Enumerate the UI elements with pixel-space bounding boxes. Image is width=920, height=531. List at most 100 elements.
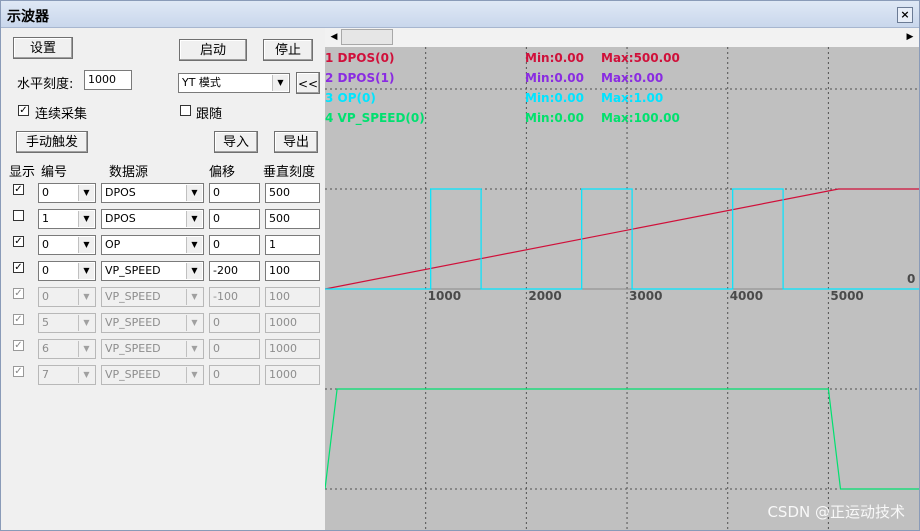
chevron-down-icon: ▼ [186,341,202,357]
channel-show-checkbox[interactable]: ✓ [13,314,24,325]
channel-source-select[interactable]: VP_SPEED ▼ [101,261,204,281]
col-source: 数据源 [109,165,149,180]
continuous-checkbox[interactable]: ✓ [18,105,29,116]
oscilloscope-window: 示波器 × 设置 启动 停止 水平刻度: 1000 YT 模式 ▼ << ✓ 连… [0,0,920,531]
channel-show-checkbox[interactable]: ✓ [13,340,24,351]
x-tick-label: 1000 [427,289,462,303]
horizontal-scrollbar[interactable]: ◀ ▶ [325,28,919,48]
chevron-down-icon: ▼ [78,315,94,331]
scroll-thumb[interactable] [341,29,393,45]
export-button[interactable]: 导出 [274,131,318,153]
chevron-down-icon: ▼ [186,289,202,305]
series-line-4-vp-speed-0- [325,388,919,490]
channel-num-value: 7 [42,368,49,381]
chevron-down-icon: ▼ [78,237,94,253]
scope-display: 1 DPOS(0) Min:0.00 Max:500.00 2 DPOS(1) Min:… [325,47,919,530]
channel-num-select[interactable]: 0 ▼ [38,287,96,307]
channel-num-select[interactable]: 0 ▼ [38,261,96,281]
mode-select-value: YT 模式 [182,76,221,89]
collapse-button[interactable]: << [296,72,320,94]
channel-scale-input[interactable]: 1 [265,235,320,255]
series-line-3-op-0- [325,188,919,290]
channel-source-value: DPOS [105,212,136,225]
chevron-down-icon: ▼ [186,185,202,201]
channel-scale-input[interactable]: 500 [265,183,320,203]
watermark: CSDN @正运动技术 [767,503,905,521]
chevron-down-icon: ▼ [186,367,202,383]
legend-min: Min:0.00 [525,111,585,125]
chevron-down-icon: ▼ [78,185,94,201]
channel-offset-input[interactable]: 0 [209,339,260,359]
legend-name: 2 DPOS(1) [325,71,395,85]
settings-button[interactable]: 设置 [13,37,73,59]
channel-source-select[interactable]: VP_SPEED ▼ [101,365,204,385]
chevron-down-icon: ▼ [186,211,202,227]
channel-source-select[interactable]: VP_SPEED ▼ [101,287,204,307]
channel-scale-input[interactable]: 100 [265,287,320,307]
channel-offset-input[interactable]: 0 [209,209,260,229]
channel-source-select[interactable]: DPOS ▼ [101,183,204,203]
close-button[interactable]: × [897,7,913,23]
channel-offset-input[interactable]: -100 [209,287,260,307]
channel-num-select[interactable]: 0 ▼ [38,235,96,255]
channel-scale-input[interactable]: 1000 [265,313,320,333]
channel-show-checkbox[interactable]: ✓ [13,184,24,195]
channel-source-value: VP_SPEED [105,264,161,277]
channel-offset-input[interactable]: 0 [209,313,260,333]
chevron-down-icon: ▼ [78,367,94,383]
channel-show-checkbox[interactable] [13,210,24,221]
channel-source-value: OP [105,238,121,251]
channel-offset-input[interactable]: 0 [209,183,260,203]
channel-scale-input[interactable]: 100 [265,261,320,281]
start-button[interactable]: 启动 [179,39,247,61]
chevron-down-icon: ▼ [186,263,202,279]
channel-num-value: 0 [42,186,49,199]
channel-offset-input[interactable]: 0 [209,365,260,385]
channel-show-checkbox[interactable]: ✓ [13,262,24,273]
x-tick-label: 3000 [629,289,663,303]
x-tick-label: 4000 [729,289,764,303]
channel-show-checkbox[interactable]: ✓ [13,288,24,299]
channel-offset-input[interactable]: 0 [209,235,260,255]
channel-show-checkbox[interactable]: ✓ [13,366,24,377]
stop-button[interactable]: 停止 [263,39,313,61]
channel-scale-input[interactable]: 500 [265,209,320,229]
channel-offset-input[interactable]: -200 [209,261,260,281]
channel-source-select[interactable]: DPOS ▼ [101,209,204,229]
col-offset: 偏移 [209,165,236,180]
channel-num-value: 6 [42,342,49,355]
channel-source-select[interactable]: VP_SPEED ▼ [101,313,204,333]
channel-num-select[interactable]: 5 ▼ [38,313,96,333]
channel-num-value: 5 [42,316,49,329]
scroll-left-icon[interactable]: ◀ [327,30,341,45]
channel-num-value: 0 [42,264,49,277]
manual-trigger-button[interactable]: 手动触发 [16,131,88,153]
channel-scale-input[interactable]: 1000 [265,365,320,385]
import-button[interactable]: 导入 [214,131,258,153]
channel-num-select[interactable]: 1 ▼ [38,209,96,229]
window-title: 示波器 [7,9,49,25]
legend-name: 3 OP(0) [325,91,376,105]
chevron-down-icon: ▼ [78,289,94,305]
channel-num-select[interactable]: 6 ▼ [38,339,96,359]
h-scale-input[interactable]: 1000 [84,70,132,90]
channel-num-select[interactable]: 7 ▼ [38,365,96,385]
mode-select[interactable]: YT 模式 ▼ [178,73,290,93]
channel-num-select[interactable]: 0 ▼ [38,183,96,203]
scroll-right-icon[interactable]: ▶ [903,30,917,45]
follow-label: 跟随 [196,107,223,122]
follow-checkbox[interactable] [180,105,191,116]
legend-name: 1 DPOS(0) [325,51,395,65]
continuous-label: 连续采集 [35,107,88,122]
chevron-down-icon: ▼ [78,263,94,279]
channel-source-value: VP_SPEED [105,290,161,303]
channel-scale-input[interactable]: 1000 [265,339,320,359]
chevron-down-icon: ▼ [78,341,94,357]
channel-source-select[interactable]: OP ▼ [101,235,204,255]
legend-min: Min:0.00 [525,91,585,105]
chevron-down-icon: ▼ [78,211,94,227]
chevron-down-icon: ▼ [186,315,202,331]
channel-num-value: 1 [42,212,49,225]
channel-show-checkbox[interactable]: ✓ [13,236,24,247]
channel-source-select[interactable]: VP_SPEED ▼ [101,339,204,359]
